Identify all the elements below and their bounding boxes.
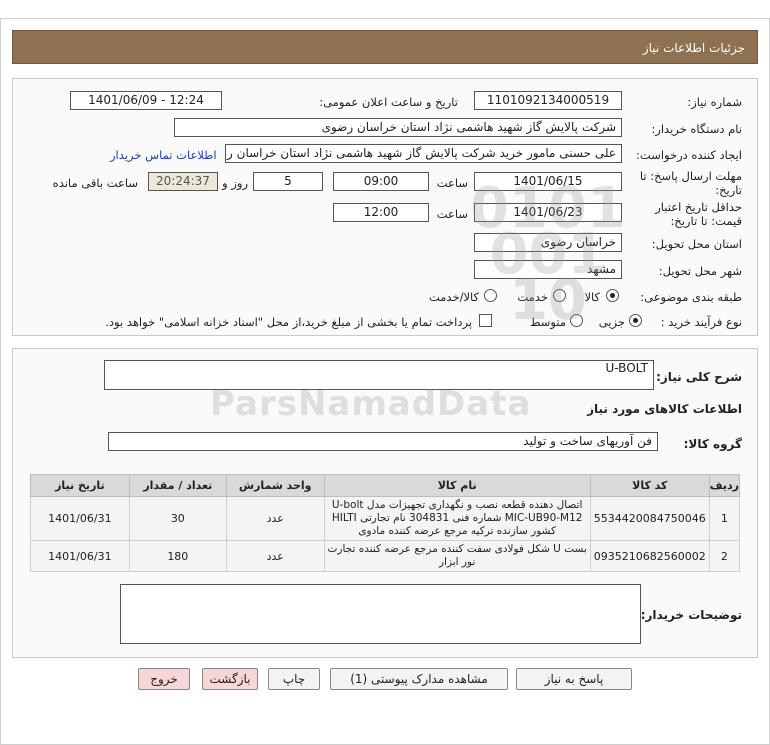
- city-label: شهر محل تحویل:: [658, 264, 742, 278]
- table-header-row: ردیف کد کالا نام کالا واحد شمارش تعداد /…: [30, 474, 741, 497]
- payment-note: پرداخت تمام یا بخشی از مبلغ خرید،از محل …: [105, 315, 472, 329]
- days-field: 5: [253, 172, 323, 191]
- row-name: بست U شکل فولادی سفت کننده مرجع عرضه کنن…: [323, 540, 591, 572]
- row-date: 1401/06/31: [30, 540, 130, 572]
- validity-label-1: حداقل تاریخ اعتبار: [655, 200, 742, 214]
- requester-field: علی حسنی مامور خرید شرکت پالایش گاز شهید…: [225, 144, 622, 163]
- requester-label: ایجاد کننده درخواست:: [636, 148, 742, 162]
- row-qty: 180: [128, 540, 227, 572]
- row-index: 2: [708, 540, 741, 572]
- table-row: 1 5534420084750046 اتصال دهنده قطعه نصب …: [30, 496, 741, 541]
- category-goods-label: کالا: [584, 290, 600, 304]
- category-label: طبقه بندی موضوعی:: [640, 290, 742, 304]
- category-radio-goods-service[interactable]: [484, 289, 497, 302]
- table-row: 2 0935210682560002 بست U شکل فولادی سفت …: [30, 540, 741, 572]
- header-code: کد کالا: [589, 474, 710, 497]
- validity-time-field: 12:00: [333, 203, 429, 222]
- validity-label-2: قیمت: تا تاریخ:: [670, 214, 742, 228]
- deadline-time-label: ساعت: [436, 176, 468, 190]
- category-radio-service[interactable]: [553, 289, 566, 302]
- header-row-index: ردیف: [708, 474, 741, 497]
- buyer-notes-label: توضیحات خریدار:: [640, 608, 742, 622]
- validity-date-field: 1401/06/23: [474, 203, 622, 222]
- row-name: اتصال دهنده قطعه نصب و نگهداری تجهیزات م…: [323, 496, 591, 541]
- need-number-label: شماره نیاز:: [687, 95, 742, 109]
- attachments-button[interactable]: مشاهده مدارک پیوستی (1): [330, 668, 508, 690]
- reply-button[interactable]: پاسخ به نیاز: [516, 668, 632, 690]
- remaining-time-field: 20:24:37: [148, 172, 218, 191]
- category-radio-goods[interactable]: [606, 289, 619, 302]
- deadline-label-2: تاریخ:: [715, 183, 742, 197]
- deadline-date-field: 1401/06/15: [474, 172, 622, 191]
- province-label: استان محل تحویل:: [651, 237, 742, 251]
- row-index: 1: [708, 496, 741, 541]
- process-radio-medium[interactable]: [570, 314, 583, 327]
- province-field: خراسان رضوی: [474, 233, 622, 252]
- category-service-label: خدمت: [517, 290, 548, 304]
- process-label: نوع فرآیند خرید :: [660, 315, 742, 329]
- days-label: روز و: [222, 176, 248, 190]
- process-radio-minor[interactable]: [629, 314, 642, 327]
- remaining-label: ساعت باقی مانده: [52, 176, 138, 190]
- row-code: 0935210682560002: [589, 540, 710, 572]
- process-minor-label: جزیی: [598, 315, 625, 329]
- goods-group-field: فن آوریهای ساخت و تولید: [108, 432, 658, 451]
- page-title: جزئیات اطلاعات نیاز: [12, 30, 758, 64]
- buyer-notes-field[interactable]: [120, 584, 641, 644]
- row-unit: عدد: [225, 496, 325, 541]
- row-date: 1401/06/31: [30, 496, 130, 541]
- row-qty: 30: [128, 496, 227, 541]
- goods-info-title: اطلاعات کالاهای مورد نیاز: [587, 402, 742, 416]
- header-unit: واحد شمارش: [225, 474, 325, 497]
- process-medium-label: متوسط: [529, 315, 566, 329]
- announce-label: تاریخ و ساعت اعلان عمومی:: [319, 95, 458, 109]
- goods-group-label: گروه کالا:: [683, 437, 742, 451]
- deadline-time-field: 09:00: [333, 172, 429, 191]
- buyer-org-field: شرکت پالایش گاز شهید هاشمی نژاد استان خر…: [174, 118, 622, 137]
- row-unit: عدد: [225, 540, 325, 572]
- items-table: ردیف کد کالا نام کالا واحد شمارش تعداد /…: [30, 474, 741, 572]
- buyer-org-label: نام دستگاه خریدار:: [651, 122, 742, 136]
- print-button[interactable]: چاپ: [268, 668, 320, 690]
- treasury-payment-checkbox[interactable]: [479, 314, 492, 327]
- summary-label: شرح کلی نیاز:: [656, 370, 742, 384]
- contact-info-link[interactable]: اطلاعات تماس خریدار: [110, 148, 217, 162]
- header-date: تاریخ نیاز: [30, 474, 130, 497]
- header-qty: تعداد / مقدار: [128, 474, 227, 497]
- validity-time-label: ساعت: [436, 207, 468, 221]
- deadline-label-1: مهلت ارسال پاسخ: تا: [639, 169, 742, 183]
- exit-button[interactable]: خروج: [138, 668, 190, 690]
- city-field: مشهد: [474, 260, 622, 279]
- header-name: نام کالا: [323, 474, 591, 497]
- summary-field: U-BOLT: [104, 360, 654, 390]
- category-goods-service-label: کالا/خدمت: [428, 290, 479, 304]
- row-code: 5534420084750046: [589, 496, 710, 541]
- back-button[interactable]: بازگشت: [202, 668, 258, 690]
- announce-field: 1401/06/09 - 12:24: [70, 91, 222, 110]
- need-number-field: 1101092134000519: [474, 91, 622, 110]
